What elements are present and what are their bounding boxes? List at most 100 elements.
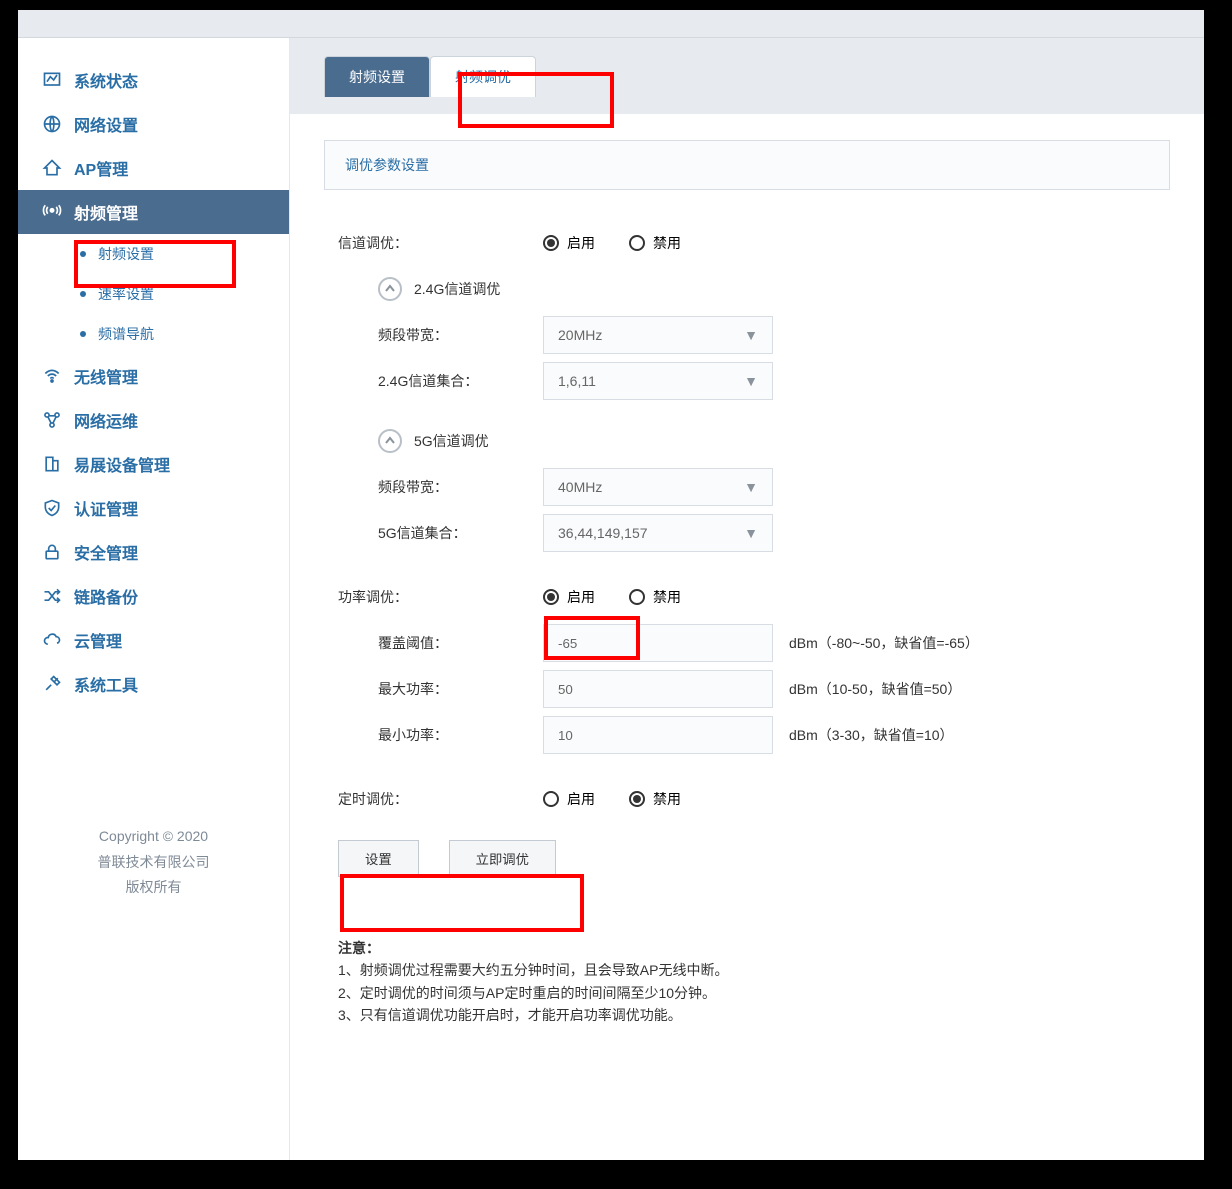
coverage-threshold-label: 覆盖阈值： bbox=[378, 633, 543, 653]
nav-label: 云管理 bbox=[74, 628, 122, 652]
max-power-hint: dBm（10-50，缺省值=50） bbox=[789, 679, 961, 699]
timed-opt-enable-radio[interactable]: 启用 bbox=[543, 789, 595, 809]
nav-rf-management[interactable]: 射频管理 bbox=[18, 190, 289, 234]
collapse-5g-icon[interactable] bbox=[378, 429, 402, 453]
select-value: 1,6,11 bbox=[558, 373, 596, 389]
submenu-spectrum-nav[interactable]: 频谱导航 bbox=[80, 314, 289, 354]
select-value: 20MHz bbox=[558, 327, 602, 343]
channel-opt-disable-radio[interactable]: 禁用 bbox=[629, 233, 681, 253]
max-power-input[interactable] bbox=[543, 670, 773, 708]
nav-label: AP管理 bbox=[74, 156, 128, 180]
radio-label: 禁用 bbox=[653, 587, 681, 607]
nav-label: 链路备份 bbox=[74, 584, 138, 608]
sidebar: 系统状态 网络设置 AP管理 射频管理 射频设置 bbox=[18, 38, 290, 1160]
submenu-rf-settings[interactable]: 射频设置 bbox=[80, 234, 289, 274]
channels-5g-select[interactable]: 36,44,149,157 ▼ bbox=[543, 514, 773, 552]
lock-icon bbox=[40, 542, 64, 562]
shield-check-icon bbox=[40, 498, 64, 518]
globe-icon bbox=[40, 114, 64, 134]
section-24g-title: 2.4G信道调优 bbox=[414, 279, 500, 299]
nav-network-ops[interactable]: 网络运维 bbox=[18, 398, 289, 442]
tabs: 射频设置 射频调优 bbox=[324, 56, 1204, 97]
submenu-label: 速率设置 bbox=[98, 284, 154, 304]
submenu-label: 频谱导航 bbox=[98, 324, 154, 344]
nav-easymesh-management[interactable]: 易展设备管理 bbox=[18, 442, 289, 486]
channels-5g-label: 5G信道集合： bbox=[378, 523, 543, 543]
timed-opt-radio-group: 启用 禁用 bbox=[543, 789, 681, 809]
nav-wireless-management[interactable]: 无线管理 bbox=[18, 354, 289, 398]
select-value: 36,44,149,157 bbox=[558, 525, 648, 541]
timed-opt-disable-radio[interactable]: 禁用 bbox=[629, 789, 681, 809]
section-5g-title: 5G信道调优 bbox=[414, 431, 489, 451]
radio-label: 禁用 bbox=[653, 789, 681, 809]
nav-cloud-management[interactable]: 云管理 bbox=[18, 618, 289, 662]
chevron-down-icon: ▼ bbox=[744, 373, 758, 389]
nav-auth-management[interactable]: 认证管理 bbox=[18, 486, 289, 530]
submenu-rate-settings[interactable]: 速率设置 bbox=[80, 274, 289, 314]
apply-button[interactable]: 设置 bbox=[338, 840, 419, 877]
channels-24g-select[interactable]: 1,6,11 ▼ bbox=[543, 362, 773, 400]
nav-system-tools[interactable]: 系统工具 bbox=[18, 662, 289, 706]
min-power-input[interactable] bbox=[543, 716, 773, 754]
power-opt-radio-group: 启用 禁用 bbox=[543, 587, 681, 607]
bandwidth-5g-label: 频段带宽： bbox=[378, 477, 543, 497]
chevron-down-icon: ▼ bbox=[744, 479, 758, 495]
bullet-icon bbox=[80, 251, 86, 257]
channel-opt-enable-radio[interactable]: 启用 bbox=[543, 233, 595, 253]
tab-rf-optimization[interactable]: 射频调优 bbox=[430, 56, 536, 97]
nav-security-management[interactable]: 安全管理 bbox=[18, 530, 289, 574]
panel-title: 调优参数设置 bbox=[324, 140, 1170, 190]
channel-opt-label: 信道调优： bbox=[338, 233, 543, 253]
bandwidth-24g-label: 频段带宽： bbox=[378, 325, 543, 345]
nav: 系统状态 网络设置 AP管理 射频管理 射频设置 bbox=[18, 38, 289, 706]
select-value: 40MHz bbox=[558, 479, 602, 495]
copyright-line2: 普联技术有限公司 bbox=[18, 850, 289, 875]
note-line-2: 2、定时调优的时间须与AP定时重启的时间间隔至少10分钟。 bbox=[338, 982, 1156, 1004]
coverage-threshold-input[interactable] bbox=[543, 624, 773, 662]
copyright-line3: 版权所有 bbox=[18, 875, 289, 900]
collapse-24g-icon[interactable] bbox=[378, 277, 402, 301]
power-opt-label: 功率调优： bbox=[338, 587, 543, 607]
ap-icon bbox=[40, 158, 64, 178]
power-opt-disable-radio[interactable]: 禁用 bbox=[629, 587, 681, 607]
bandwidth-24g-select[interactable]: 20MHz ▼ bbox=[543, 316, 773, 354]
antenna-icon bbox=[40, 202, 64, 222]
nav-label: 系统工具 bbox=[74, 672, 138, 696]
coverage-threshold-hint: dBm（-80~-50，缺省值=-65） bbox=[789, 633, 979, 653]
top-bar bbox=[18, 10, 1204, 38]
power-opt-enable-radio[interactable]: 启用 bbox=[543, 587, 595, 607]
copyright-line1: Copyright © 2020 bbox=[18, 824, 289, 849]
radio-label: 禁用 bbox=[653, 233, 681, 253]
submenu-rf: 射频设置 速率设置 频谱导航 bbox=[18, 234, 289, 354]
main-panel: 射频设置 射频调优 调优参数设置 信道调优： 启用 禁用 bbox=[290, 38, 1204, 1160]
timed-opt-label: 定时调优： bbox=[338, 789, 543, 809]
nav-label: 网络运维 bbox=[74, 408, 138, 432]
optimize-now-button[interactable]: 立即调优 bbox=[449, 840, 556, 877]
radio-label: 启用 bbox=[567, 587, 595, 607]
nav-label: 安全管理 bbox=[74, 540, 138, 564]
nav-label: 射频管理 bbox=[74, 200, 138, 224]
note-line-1: 1、射频调优过程需要大约五分钟时间，且会导致AP无线中断。 bbox=[338, 959, 1156, 981]
channels-24g-label: 2.4G信道集合： bbox=[378, 371, 543, 391]
chevron-down-icon: ▼ bbox=[744, 525, 758, 541]
chevron-down-icon: ▼ bbox=[744, 327, 758, 343]
submenu-label: 射频设置 bbox=[98, 244, 154, 264]
nav-system-status[interactable]: 系统状态 bbox=[18, 58, 289, 102]
nav-network-settings[interactable]: 网络设置 bbox=[18, 102, 289, 146]
nodes-icon bbox=[40, 410, 64, 430]
device-icon bbox=[40, 454, 64, 474]
nav-ap-management[interactable]: AP管理 bbox=[18, 146, 289, 190]
nav-link-backup[interactable]: 链路备份 bbox=[18, 574, 289, 618]
tab-rf-settings[interactable]: 射频设置 bbox=[324, 56, 430, 97]
min-power-label: 最小功率： bbox=[378, 725, 543, 745]
nav-label: 系统状态 bbox=[74, 68, 138, 92]
nav-label: 易展设备管理 bbox=[74, 452, 170, 476]
nav-label: 网络设置 bbox=[74, 112, 138, 136]
shuffle-icon bbox=[40, 586, 64, 606]
wifi-icon bbox=[40, 366, 64, 386]
channel-opt-radio-group: 启用 禁用 bbox=[543, 233, 681, 253]
radio-label: 启用 bbox=[567, 789, 595, 809]
bandwidth-5g-select[interactable]: 40MHz ▼ bbox=[543, 468, 773, 506]
bullet-icon bbox=[80, 331, 86, 337]
cloud-icon bbox=[40, 630, 64, 650]
